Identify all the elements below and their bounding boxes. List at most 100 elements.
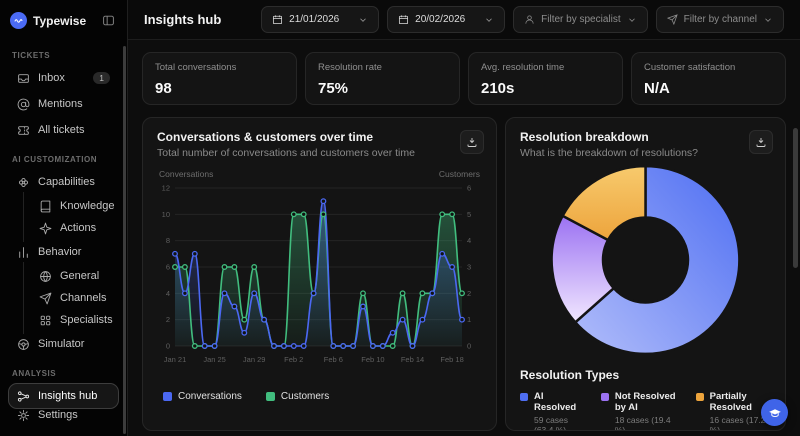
gear-icon (17, 409, 30, 422)
sidebar-item-label: Settings (38, 409, 78, 421)
sidebar-item-specialists[interactable]: Specialists (8, 309, 119, 331)
date-to-value: 20/02/2026 (415, 14, 465, 25)
page-scrollbar[interactable] (793, 46, 798, 432)
sidebar-item-settings[interactable]: Settings (8, 402, 119, 428)
legend-swatch (266, 392, 275, 401)
behavior-icon (17, 246, 30, 259)
sidebar-collapse-button[interactable] (100, 12, 117, 29)
sidebar-item-label: Simulator (38, 338, 84, 350)
svg-text:Jan 29: Jan 29 (243, 355, 266, 364)
sidebar-section-label: AI CUSTOMIZATION (12, 155, 115, 164)
sidebar-item-label: Mentions (38, 98, 83, 110)
filter-specialist-dropdown[interactable]: Filter by specialist (513, 6, 647, 33)
capabilities-icon (17, 176, 30, 189)
graduation-cap-icon (768, 406, 782, 420)
legend-swatch (601, 393, 609, 401)
svg-text:5: 5 (467, 210, 471, 219)
donut-chart-legend: AI Resolved 59 cases (63.4 %) Not Resolved… (520, 391, 771, 431)
svg-text:1: 1 (467, 315, 471, 324)
legend-item-partially-resolved[interactable]: Partially Resolved16 cases (17.2 %) (696, 391, 771, 431)
insights-icon (17, 390, 30, 403)
send-icon (667, 14, 678, 25)
axis-titles: Conversations Customers (157, 169, 482, 179)
sidebar-item-knowledge[interactable]: Knowledge (8, 195, 119, 217)
inbox-icon (17, 72, 30, 85)
sidebar-item-simulator[interactable]: Simulator (8, 331, 119, 357)
sidebar-footer: Settings (8, 402, 119, 428)
donut-chart-card: Resolution breakdown What is the breakdo… (505, 117, 786, 431)
filter-channel-label: Filter by channel (684, 14, 757, 25)
sidebar-item-capabilities[interactable]: Capabilities (8, 169, 119, 195)
legend-label: AI Resolved (534, 391, 585, 413)
donut-chart-subtitle: What is the breakdown of resolutions? (520, 147, 771, 159)
logo-row: Typewise (8, 10, 119, 39)
stat-label: Resolution rate (318, 62, 447, 73)
sidebar-section-label: TICKETS (12, 51, 115, 60)
svg-text:0: 0 (166, 342, 170, 351)
at-icon (17, 98, 30, 111)
date-to-picker[interactable]: 20/02/2026 (387, 6, 505, 33)
sidebar-item-label: Channels (60, 292, 106, 304)
download-donut-chart-button[interactable] (749, 130, 773, 154)
sidebar-item-label: Capabilities (38, 176, 95, 188)
stat-value: 210s (481, 80, 610, 97)
legend-cases: 59 cases (63.4 %) (534, 415, 585, 431)
topbar: Insights hub 21/01/2026 20/02/2026 Filte… (128, 0, 800, 40)
legend-swatch (696, 393, 704, 401)
charts-row: Conversations & customers over time Tota… (142, 117, 786, 431)
stat-label: Total conversations (155, 62, 284, 73)
assistant-button[interactable] (761, 399, 788, 426)
legend-item-not-resolved-by-ai[interactable]: Not Resolved by AI18 cases (19.4 %) (601, 391, 680, 431)
legend-item-customers[interactable]: Customers (266, 391, 329, 402)
sidebar-item-mentions[interactable]: Mentions (8, 91, 119, 117)
right-axis-title: Customers (439, 169, 480, 179)
line-chart-card: Conversations & customers over time Tota… (142, 117, 497, 431)
stat-label: Avg. resolution time (481, 62, 610, 73)
svg-text:0: 0 (467, 342, 471, 351)
globe-icon (39, 270, 52, 283)
sidebar-item-channels[interactable]: Channels (8, 287, 119, 309)
sidebar-item-inbox[interactable]: Inbox1 (8, 65, 119, 91)
svg-text:10: 10 (162, 210, 170, 219)
download-icon (755, 136, 767, 148)
simulator-icon (17, 338, 30, 351)
wave-icon (13, 15, 24, 26)
sidebar-item-general[interactable]: General (8, 265, 119, 287)
sidebar-item-actions[interactable]: Actions (8, 217, 119, 239)
chevron-down-icon (484, 15, 494, 25)
sidebar-item-label: General (60, 270, 99, 282)
stat-card-avg-resolution-time: Avg. resolution time 210s (468, 52, 623, 105)
svg-text:12: 12 (162, 184, 170, 193)
date-from-picker[interactable]: 21/01/2026 (261, 6, 379, 33)
scrollbar-thumb[interactable] (793, 128, 798, 268)
sidebar-item-all-tickets[interactable]: All tickets (8, 117, 119, 143)
svg-text:2: 2 (166, 315, 170, 324)
legend-item-ai-resolved[interactable]: AI Resolved 59 cases (63.4 %) (520, 391, 585, 431)
legend-item-conversations[interactable]: Conversations (163, 391, 242, 402)
actions-icon (39, 222, 52, 235)
ticket-icon (17, 124, 30, 137)
download-line-chart-button[interactable] (460, 130, 484, 154)
app-window: Typewise TICKETS Inbox1 Mentions All ticket… (0, 0, 800, 436)
sidebar-scrollbar[interactable] (123, 46, 126, 434)
chevron-down-icon (627, 15, 637, 25)
sidebar-section-label: ANALYSIS (12, 369, 115, 378)
sidebar-item-behavior[interactable]: Behavior (8, 239, 119, 265)
page-title: Insights hub (144, 12, 221, 27)
stat-value: 98 (155, 80, 284, 97)
filter-channel-dropdown[interactable]: Filter by channel (656, 6, 784, 33)
content: Total conversations 98 Resolution rate 75% A… (128, 40, 800, 436)
stat-value: 75% (318, 80, 447, 97)
main-area: Insights hub 21/01/2026 20/02/2026 Filte… (128, 0, 800, 436)
line-chart-legend: Conversations Customers (157, 391, 482, 402)
panel-collapse-icon (102, 14, 115, 27)
svg-text:Feb 10: Feb 10 (361, 355, 384, 364)
svg-text:4: 4 (166, 289, 170, 298)
legend-swatch (163, 392, 172, 401)
svg-text:2: 2 (467, 289, 471, 298)
svg-text:6: 6 (467, 184, 471, 193)
app-name: Typewise (33, 14, 94, 28)
svg-text:Feb 18: Feb 18 (440, 355, 463, 364)
chevron-down-icon (763, 15, 773, 25)
svg-text:Jan 21: Jan 21 (164, 355, 187, 364)
